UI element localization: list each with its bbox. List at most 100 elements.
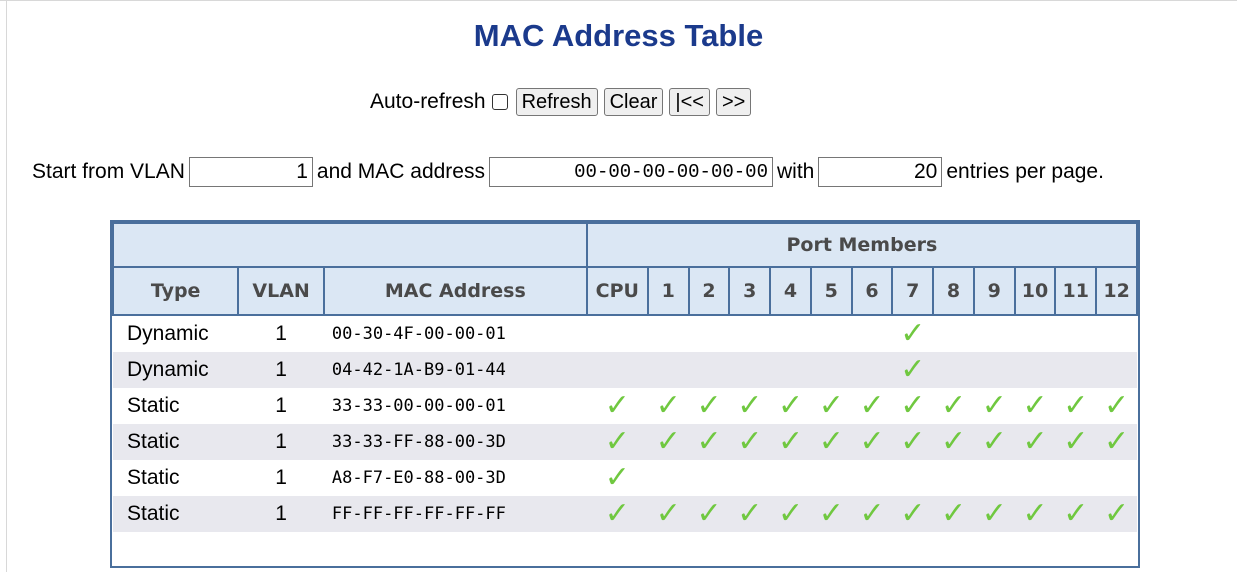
port-member-cell — [648, 460, 689, 496]
checkmark-icon: ✓ — [859, 424, 885, 459]
port-member-cell: ✓ — [1055, 424, 1097, 460]
mac-column-header: MAC Address — [322, 266, 588, 316]
port-member-cell: ✓ — [1096, 496, 1137, 532]
vlan-cell: 1 — [238, 352, 324, 388]
with-label: with — [776, 160, 815, 183]
port-member-cell: ✓ — [586, 496, 648, 532]
checkmark-icon: ✓ — [1022, 388, 1048, 423]
vlan-cell: 1 — [275, 394, 287, 417]
checkmark-icon: ✓ — [737, 388, 763, 423]
port-member-cell: ✓ — [974, 388, 1015, 424]
port-member-cell — [852, 460, 893, 496]
checkmark-icon: ✓ — [604, 424, 630, 459]
checkmark-icon: ✓ — [737, 496, 763, 531]
port-member-cell — [933, 315, 974, 352]
port-member-cell: ✓ — [973, 424, 1015, 460]
port-member-cell — [688, 352, 730, 388]
mac-address-table: Port Members Type VLAN MAC Address CPU 1 2… — [111, 222, 1139, 532]
port-column-header: 12 — [1095, 266, 1138, 316]
mac-address-cell: 33-33-FF-88-00-3D — [323, 424, 587, 460]
port-member-cell — [1055, 315, 1096, 352]
left-border — [6, 0, 7, 572]
port-member-cell: ✓ — [892, 424, 934, 460]
port-member-cell: ✓ — [811, 388, 852, 424]
mac-address-cell: 04-42-1A-B9-01-44 — [323, 352, 587, 388]
vlan-cell: 1 — [275, 322, 287, 345]
port-member-cell: ✓ — [648, 388, 689, 424]
and-mac-label: and MAC address — [316, 160, 485, 183]
port-member-cell — [852, 315, 893, 352]
port-member-cell — [811, 460, 852, 496]
port-member-cell — [587, 315, 648, 352]
header-blank — [112, 222, 588, 268]
checkmark-icon: ✓ — [1104, 424, 1130, 459]
checkmark-icon: ✓ — [1063, 388, 1089, 423]
checkmark-icon: ✓ — [604, 460, 630, 495]
port-member-cell: ✓ — [587, 460, 648, 496]
checkmark-icon: ✓ — [737, 424, 763, 459]
checkmark-icon: ✓ — [655, 424, 681, 459]
port-member-cell — [729, 315, 770, 352]
first-page-button[interactable]: |<< — [669, 88, 710, 116]
port-member-cell: ✓ — [729, 496, 771, 532]
start-vlan-label: Start from VLAN — [32, 160, 185, 183]
port-members-header: Port Members — [585, 222, 1139, 268]
port-column-header: 11 — [1054, 266, 1098, 316]
refresh-button[interactable]: Refresh — [515, 88, 598, 116]
port-member-cell: ✓ — [892, 388, 933, 424]
checkmark-icon: ✓ — [981, 496, 1007, 531]
port-member-cell — [689, 460, 730, 496]
port-member-cell — [729, 352, 771, 388]
filter-row: Start from VLAN and MAC address with ent… — [32, 155, 1104, 189]
port-column-header: 6 — [850, 266, 894, 316]
port-member-cell: ✓ — [688, 496, 730, 532]
top-border — [0, 0, 1237, 1]
port-member-cell: ✓ — [1055, 388, 1096, 424]
port-member-cell: ✓ — [770, 388, 811, 424]
port-column-header: 5 — [809, 266, 853, 316]
port-column-header: 8 — [932, 266, 975, 316]
port-member-cell — [1096, 315, 1137, 352]
port-member-cell — [810, 352, 852, 388]
port-member-cell: ✓ — [647, 424, 689, 460]
type-cell: Static — [127, 466, 180, 489]
table-row: Static 1 33-33-FF-88-00-3D ✓ ✓ ✓ ✓ ✓ ✓ ✓ ✓ ✓ ✓ ✓ ✓ ✓ — [113, 424, 1137, 460]
start-mac-input[interactable] — [488, 157, 773, 187]
port-member-cell: ✓ — [1015, 388, 1056, 424]
port-member-cell — [586, 352, 648, 388]
mac-address-cell: A8-F7-E0-88-00-3D — [331, 468, 506, 488]
port-member-cell: ✓ — [852, 388, 893, 424]
table-row: Static 1 A8-F7-E0-88-00-3D ✓ — [113, 460, 1137, 496]
port-member-cell: ✓ — [933, 424, 974, 460]
port-member-cell — [648, 315, 689, 352]
port-member-cell — [1055, 460, 1096, 496]
start-vlan-input[interactable] — [188, 157, 313, 187]
entries-suffix-label: entries per page. — [946, 160, 1104, 183]
port-member-cell — [770, 315, 811, 352]
port-column-header: 7 — [891, 266, 935, 316]
checkmark-icon: ✓ — [777, 388, 804, 423]
checkmark-icon: ✓ — [655, 388, 681, 423]
checkmark-icon: ✓ — [900, 424, 926, 459]
port-member-cell: ✓ — [647, 496, 689, 532]
mac-address-cell: 33-33-00-00-00-01 — [331, 396, 506, 416]
port-member-cell: ✓ — [586, 424, 648, 460]
port-column-header: 3 — [728, 266, 772, 316]
refresh-controls: Auto-refresh Refresh Clear |<< >> — [370, 86, 757, 118]
clear-button[interactable]: Clear — [603, 88, 664, 116]
checkmark-icon: ✓ — [940, 424, 967, 459]
port-member-cell — [647, 352, 689, 388]
auto-refresh-checkbox[interactable] — [491, 94, 508, 110]
mac-address-cell: FF-FF-FF-FF-FF-FF — [323, 496, 587, 532]
checkmark-icon: ✓ — [981, 388, 1007, 423]
checkmark-icon: ✓ — [604, 496, 630, 531]
table-row: Dynamic 1 04-42-1A-B9-01-44 ✓ — [113, 352, 1137, 388]
port-member-cell — [933, 460, 974, 496]
entries-per-page-input[interactable] — [818, 157, 943, 187]
port-member-cell: ✓ — [729, 424, 771, 460]
next-page-button[interactable]: >> — [715, 88, 752, 116]
checkmark-icon: ✓ — [777, 496, 804, 531]
port-member-cell: ✓ — [688, 424, 730, 460]
port-member-cell: ✓ — [892, 352, 934, 388]
mac-table-container: Port Members Type VLAN MAC Address CPU 1 2… — [110, 220, 1140, 568]
